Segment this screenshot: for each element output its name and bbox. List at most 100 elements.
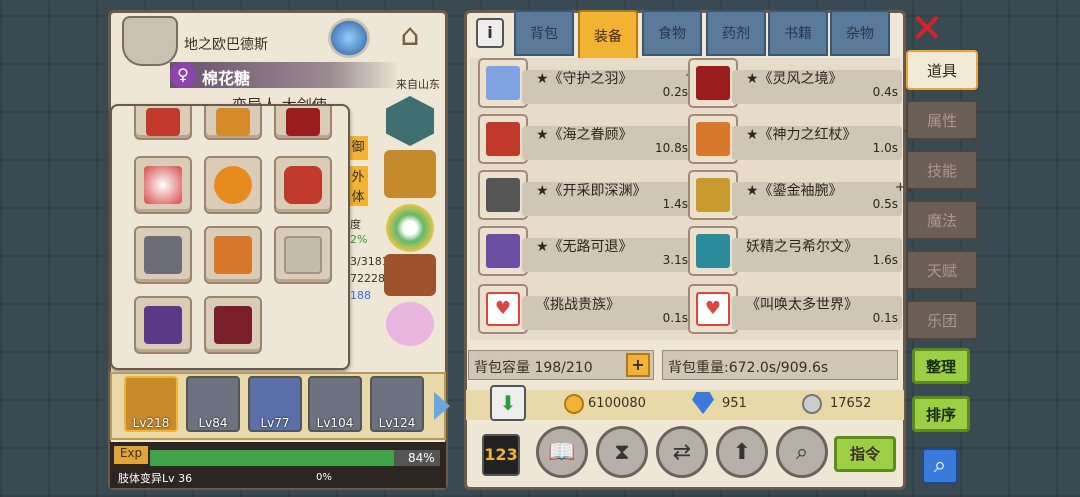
- organize-button[interactable]: 整理: [912, 348, 970, 384]
- origin-label: 来自山东: [396, 78, 440, 91]
- item-icon-frame: [478, 114, 528, 164]
- item-name: ★《灵风之境》: [746, 71, 843, 87]
- party-member-2[interactable]: Lv77: [248, 376, 302, 432]
- item-icon-frame: ♥: [478, 284, 528, 334]
- item-name: ★《守护之羽》: [536, 71, 633, 87]
- item-name: 《挑战贵族》: [536, 297, 620, 313]
- grid-slot[interactable]: [274, 156, 332, 214]
- grid-slot[interactable]: [204, 296, 262, 354]
- exp-percent: 84%: [408, 451, 435, 465]
- grid-slot[interactable]: [134, 156, 192, 214]
- item-icon-frame: ♥: [688, 284, 738, 334]
- side-tab-skills[interactable]: 技能: [906, 150, 978, 190]
- item-name: 妖精之弓希尔文》: [746, 239, 858, 255]
- stat-2: 3/3181: [350, 255, 389, 268]
- stat-0: 度: [350, 218, 361, 231]
- side-label-body: 体: [348, 186, 368, 206]
- close-icon[interactable]: ✕: [908, 9, 946, 49]
- tab-food[interactable]: 食物: [642, 10, 702, 56]
- party-level: Lv84: [198, 416, 228, 430]
- side-tab-magic[interactable]: 魔法: [906, 200, 978, 240]
- item-row[interactable]: ★《鎏金袖腕》 0.5s +6: [688, 170, 914, 220]
- exp-label: Exp: [114, 446, 148, 464]
- sort-button[interactable]: 排序: [912, 396, 970, 432]
- silver-coin-icon: [802, 394, 822, 414]
- item-name: 《叫唤太多世界》: [746, 297, 858, 313]
- party-member-3[interactable]: Lv104: [308, 376, 362, 432]
- realm-name: 地之欧巴德斯: [184, 37, 268, 53]
- item-name: ★《无路可退》: [536, 239, 633, 255]
- stat-3: 72228: [350, 272, 385, 285]
- item-row[interactable]: ★《灵风之境》 0.4s: [688, 58, 902, 108]
- item-row[interactable]: ★《开采即深渊》 1.4s: [478, 170, 692, 220]
- grid-slot-empty[interactable]: [274, 226, 332, 284]
- tab-equipment[interactable]: 装备: [578, 10, 638, 62]
- tab-book[interactable]: 书籍: [768, 10, 828, 56]
- command-button[interactable]: 指令: [834, 436, 896, 472]
- side-tab-band[interactable]: 乐团: [906, 300, 978, 340]
- equip-slot-armor[interactable]: [384, 150, 436, 198]
- tab-potion[interactable]: 药剂: [706, 10, 766, 56]
- item-icon-frame: [688, 58, 738, 108]
- side-tab-talent[interactable]: 天赋: [906, 250, 978, 290]
- grid-slot[interactable]: [204, 156, 262, 214]
- grid-slot[interactable]: [134, 226, 192, 284]
- item-icon-frame: [688, 170, 738, 220]
- party-member-4[interactable]: Lv124: [370, 376, 424, 432]
- item-time: 3.1s: [662, 253, 688, 267]
- item-time: 1.0s: [872, 141, 898, 155]
- item-row[interactable]: ★《无路可退》 3.1s: [478, 226, 692, 276]
- grid-slot[interactable]: [204, 106, 262, 140]
- magnify-icon[interactable]: ⌕: [776, 426, 828, 478]
- item-icon-frame: [478, 226, 528, 276]
- info-icon[interactable]: i: [476, 18, 504, 48]
- compass-icon[interactable]: ⬆: [716, 426, 768, 478]
- search-icon[interactable]: ⌕: [922, 448, 958, 484]
- capacity-text: 背包容量 198/210: [474, 360, 593, 376]
- item-time: 1.4s: [662, 197, 688, 211]
- silver-amount: 17652: [830, 396, 872, 411]
- item-row[interactable]: ♥ 《挑战贵族》 0.1s: [478, 284, 692, 334]
- tab-misc[interactable]: 杂物: [830, 10, 890, 56]
- side-tab-attributes[interactable]: 属性: [906, 100, 978, 140]
- number-toggle-icon[interactable]: 123: [482, 434, 520, 476]
- item-time: 0.2s: [662, 85, 688, 99]
- party-level: Lv124: [378, 416, 416, 430]
- grid-slot[interactable]: [134, 106, 192, 140]
- equip-slot-pet[interactable]: [386, 302, 434, 346]
- skill-percent: 0%: [316, 472, 332, 483]
- gold-amount: 6100080: [588, 396, 646, 411]
- gold-coin-icon: [564, 394, 584, 414]
- party-next-arrow-icon[interactable]: [434, 392, 450, 420]
- party-member-0[interactable]: Lv218: [124, 376, 178, 432]
- item-name: ★《神力之红杖》: [746, 127, 857, 143]
- grid-slot[interactable]: [204, 226, 262, 284]
- item-name: ★《鎏金袖腕》: [746, 183, 843, 199]
- hourglass-icon[interactable]: ⧗: [596, 426, 648, 478]
- item-time: 10.8s: [655, 141, 688, 155]
- equip-slot-boots[interactable]: [384, 254, 436, 296]
- weight-text: 背包重量:672.0s/909.6s: [668, 360, 829, 376]
- hanger-icon[interactable]: ⌂: [380, 18, 440, 58]
- download-icon[interactable]: ⬇: [490, 385, 526, 421]
- portal-icon[interactable]: [328, 18, 370, 58]
- side-tab-items[interactable]: 道具: [906, 50, 978, 90]
- item-row[interactable]: 妖精之弓希尔文》 1.6s: [688, 226, 902, 276]
- equip-slot-orb[interactable]: [386, 204, 434, 252]
- book-icon[interactable]: 📖: [536, 426, 588, 478]
- party-member-1[interactable]: Lv84: [186, 376, 240, 432]
- tab-backpack[interactable]: 背包: [514, 10, 574, 56]
- item-row[interactable]: ★《守护之羽》0.2s+6: [478, 58, 704, 108]
- swap-icon[interactable]: ⇄: [656, 426, 708, 478]
- item-row[interactable]: ★《海之眷顾》 10.8s: [478, 114, 692, 164]
- expand-plus-icon[interactable]: +: [626, 353, 650, 377]
- diamond-amount: 951: [722, 396, 747, 411]
- skill-label: 肢体变异Lv 36: [118, 472, 193, 485]
- item-icon-frame: [688, 114, 738, 164]
- item-time: 0.5s: [872, 197, 898, 211]
- crest-icon: [122, 16, 178, 66]
- grid-slot[interactable]: [134, 296, 192, 354]
- item-row[interactable]: ♥ 《叫唤太多世界》 0.1s: [688, 284, 902, 334]
- grid-slot[interactable]: [274, 106, 332, 140]
- item-row[interactable]: ★《神力之红杖》1.0s+: [688, 114, 914, 164]
